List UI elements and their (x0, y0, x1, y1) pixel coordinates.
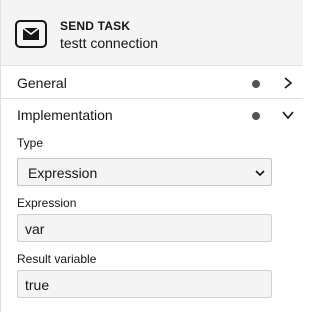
result-variable-label: Result variable (17, 252, 97, 266)
chevron-down-icon (255, 170, 265, 177)
type-label: Type (17, 136, 44, 150)
element-name: testt connection (60, 35, 159, 51)
properties-panel: SEND TASK testt connection General Imple… (0, 0, 303, 312)
type-select-value: Expression (28, 165, 98, 181)
element-type: SEND TASK (60, 19, 131, 33)
panel-header: SEND TASK testt connection (1, 0, 303, 66)
expression-label: Expression (17, 196, 77, 210)
envelope-icon (15, 20, 47, 48)
expression-input[interactable]: var (17, 214, 272, 242)
group-general-label: General (17, 75, 67, 91)
result-variable-input-value: true (25, 277, 50, 293)
chevron-right-icon[interactable] (281, 76, 295, 90)
type-select[interactable]: Expression (17, 158, 272, 186)
group-implementation[interactable]: Implementation (1, 99, 303, 131)
group-implementation-label: Implementation (17, 107, 113, 123)
group-general[interactable]: General (1, 67, 303, 99)
expression-input-value: var (25, 221, 45, 237)
data-marker-icon (252, 80, 260, 88)
data-marker-icon (252, 112, 260, 120)
result-variable-input[interactable]: true (17, 270, 272, 298)
chevron-down-icon[interactable] (281, 108, 295, 122)
